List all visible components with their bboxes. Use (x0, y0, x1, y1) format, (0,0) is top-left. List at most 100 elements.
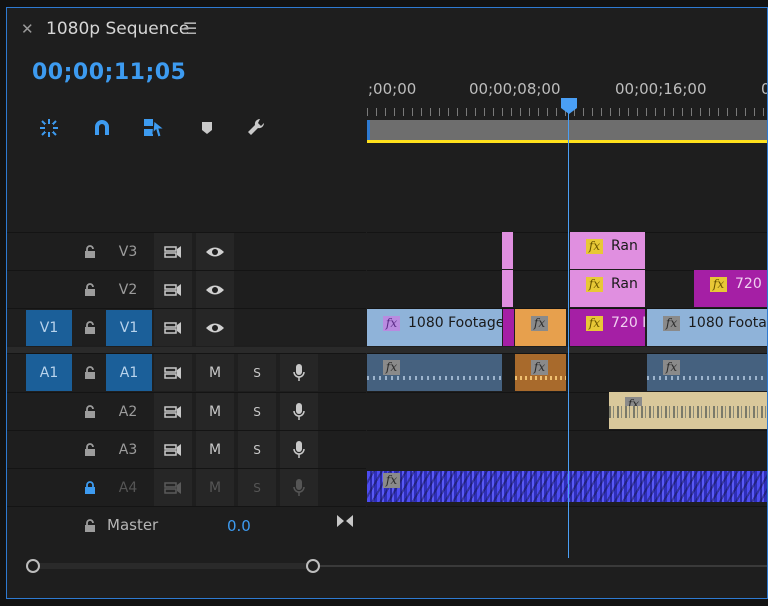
track-name[interactable]: V3 (113, 233, 143, 270)
track-name[interactable]: A4 (113, 469, 143, 506)
timeline-panel: ✕ 1080p Sequence ☰ 00;00;11;05 ;00;00 00… (6, 7, 768, 599)
video-clip-pink[interactable] (502, 232, 513, 269)
fx-badge: fx (383, 315, 400, 331)
solo-button[interactable]: S (238, 393, 276, 430)
in-point-marker (367, 120, 370, 140)
clip-label: 1080 Footag (688, 315, 768, 331)
track-name[interactable]: A3 (113, 431, 143, 468)
playhead-timecode[interactable]: 00;00;11;05 (32, 60, 186, 85)
lock-icon[interactable] (79, 271, 101, 308)
fx-badge: fx (531, 359, 548, 375)
linked-selection-icon[interactable] (141, 116, 167, 140)
solo-button[interactable]: S (238, 431, 276, 468)
track-name[interactable]: V2 (113, 271, 143, 308)
ruler-label: 00;00;08;00 (469, 80, 561, 98)
lock-icon[interactable] (79, 431, 101, 468)
video-clip-pink[interactable] (502, 270, 513, 307)
mute-button[interactable]: M (196, 393, 234, 430)
sync-lock-icon[interactable] (154, 271, 192, 308)
waveform (647, 376, 767, 380)
playhead-handle[interactable] (560, 97, 578, 119)
wrench-icon[interactable] (244, 116, 270, 140)
sync-lock-icon[interactable] (154, 233, 192, 270)
panel-menu-icon[interactable]: ☰ (183, 19, 197, 38)
track-header-v1: V1 V1 (7, 308, 366, 346)
track-header-a1: A1 A1 M S (7, 353, 366, 391)
track-header-v3: V3 (7, 232, 366, 270)
video-clip-1080-footage[interactable]: fx 1080 Footag (647, 309, 768, 346)
audio-meter-toggle-icon[interactable] (336, 513, 354, 533)
audio-clip[interactable]: fx (367, 354, 502, 391)
lock-icon[interactable] (79, 354, 101, 391)
nest-icon[interactable] (36, 116, 62, 140)
track-target-a1[interactable]: A1 (106, 354, 152, 391)
snap-magnet-icon[interactable] (89, 116, 115, 140)
fx-badge: fx (586, 276, 603, 292)
ruler-label: 00;00;16;00 (615, 80, 707, 98)
sync-lock-icon[interactable] (154, 469, 192, 506)
mute-button[interactable]: M (196, 354, 234, 391)
clip-label: 720 I (611, 315, 645, 331)
fx-badge: fx (383, 472, 400, 488)
eye-icon[interactable] (196, 271, 234, 308)
microphone-icon[interactable] (280, 469, 318, 506)
fx-badge: fx (531, 315, 548, 331)
track-header-a2: A2 M S (7, 392, 366, 430)
video-clip-orange[interactable]: fx (515, 309, 566, 346)
fx-badge: fx (663, 359, 680, 375)
zoom-scrollbar-thumb[interactable] (34, 563, 314, 569)
fx-badge: fx (383, 359, 400, 375)
lock-icon-locked[interactable] (79, 469, 101, 506)
video-clip-720[interactable]: fx 720 F (694, 270, 767, 307)
lock-icon[interactable] (79, 309, 101, 346)
marker-icon[interactable] (194, 116, 220, 140)
sync-lock-icon[interactable] (154, 354, 192, 391)
solo-button[interactable]: S (238, 469, 276, 506)
clip-label: Ran (611, 276, 638, 292)
track-name[interactable]: A2 (113, 393, 143, 430)
sync-lock-icon[interactable] (154, 431, 192, 468)
sequence-title[interactable]: 1080p Sequence (46, 19, 189, 39)
eye-icon[interactable] (196, 309, 234, 346)
video-clip-1080-footage[interactable]: fx 1080 Footage (367, 309, 502, 346)
waveform (515, 376, 566, 380)
zoom-handle-left[interactable] (26, 559, 40, 573)
video-clip-ran[interactable]: fx Ran (570, 270, 645, 307)
ruler-label: 0 (761, 80, 767, 98)
solo-button[interactable]: S (238, 354, 276, 391)
lock-icon[interactable] (79, 507, 101, 544)
lock-icon[interactable] (79, 233, 101, 270)
video-clip-ran[interactable]: fx Ran (570, 232, 645, 269)
microphone-icon[interactable] (280, 431, 318, 468)
video-clip-purple[interactable] (503, 309, 514, 346)
clip-label: 1080 Footage (408, 315, 502, 331)
sync-lock-icon[interactable] (154, 309, 192, 346)
track-target-v1[interactable]: V1 (106, 310, 152, 346)
mute-button[interactable]: M (196, 469, 234, 506)
fx-badge: fx (710, 276, 727, 292)
master-label: Master (107, 516, 159, 534)
mute-button[interactable]: M (196, 431, 234, 468)
microphone-icon[interactable] (280, 354, 318, 391)
audio-clip-tan[interactable]: fx (609, 392, 767, 429)
source-patch-a1[interactable]: A1 (26, 354, 72, 391)
master-volume-value[interactable]: 0.0 (227, 517, 251, 535)
eye-icon[interactable] (196, 233, 234, 270)
video-clip-720[interactable]: fx 720 I (570, 309, 645, 346)
fx-badge: fx (663, 315, 680, 331)
audio-clip[interactable]: fx (647, 354, 767, 391)
microphone-icon[interactable] (280, 393, 318, 430)
close-icon[interactable]: ✕ (21, 20, 34, 38)
track-header-v2: V2 (7, 270, 366, 308)
source-patch-v1[interactable]: V1 (26, 310, 72, 346)
zoom-handle-right[interactable] (306, 559, 320, 573)
lock-icon[interactable] (79, 393, 101, 430)
track-header-master: Master 0.0 (7, 506, 366, 544)
playhead-line[interactable] (568, 104, 569, 558)
track-header-a4: A4 M S (7, 468, 366, 506)
sync-lock-icon[interactable] (154, 393, 192, 430)
clip-label: 720 F (735, 276, 767, 292)
fx-badge: fx (586, 238, 603, 254)
audio-clip-orange[interactable]: fx (515, 354, 566, 391)
waveform (367, 376, 502, 380)
